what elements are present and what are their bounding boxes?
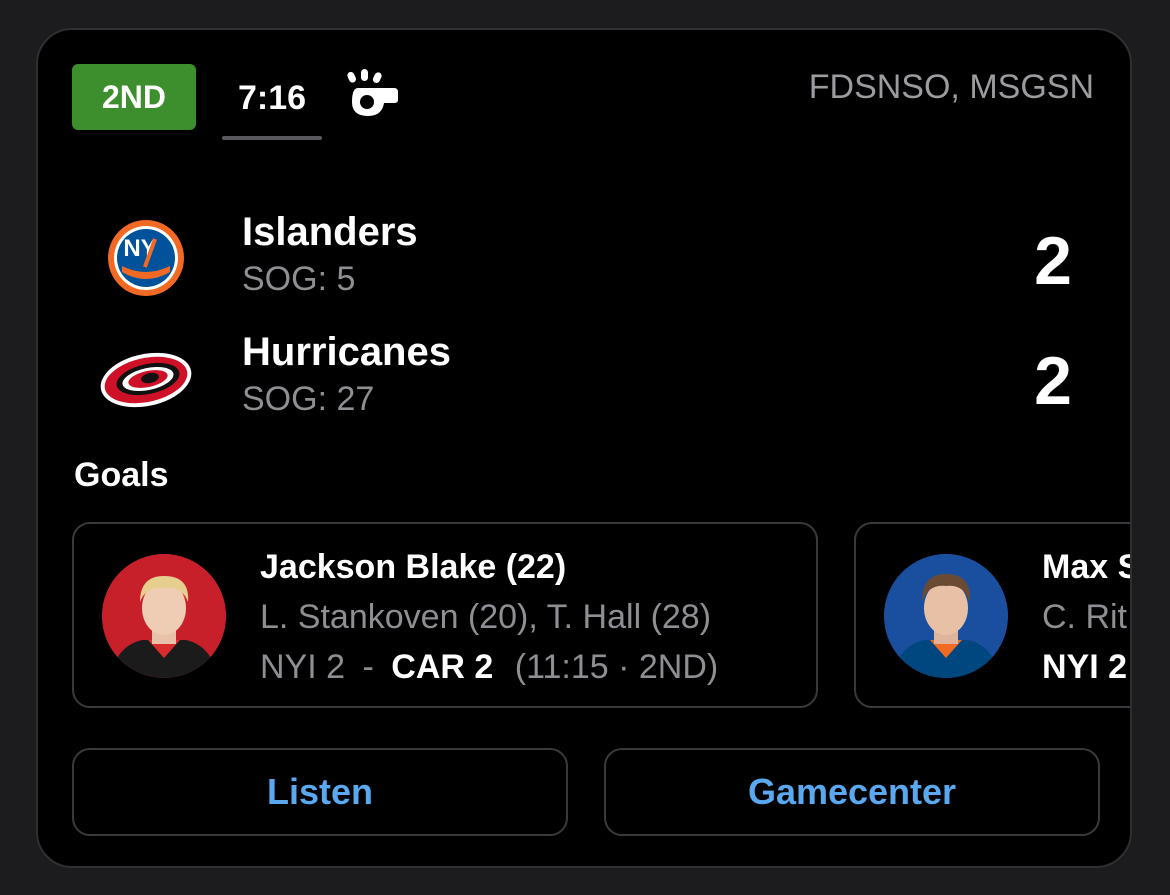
goal-score-line: NYI 2 xyxy=(1042,648,1127,687)
goal-score-away: NYI 2 xyxy=(1042,648,1128,686)
goal-scorer: Jackson Blake (22) xyxy=(260,548,567,586)
team-row-hurricanes[interactable]: Hurricanes SOG: 27 2 xyxy=(38,322,1130,432)
goal-assists: C. Rit xyxy=(1042,598,1127,636)
goal-score-separator: - xyxy=(362,648,374,686)
gamecenter-button[interactable]: Gamecenter xyxy=(604,748,1100,836)
team-score: 2 xyxy=(1034,343,1072,419)
goal-card[interactable]: Max S C. Rit NYI 2 xyxy=(854,522,1132,708)
player-avatar xyxy=(884,554,1008,678)
team-row-islanders[interactable]: NY Islanders SOG: 5 2 xyxy=(38,202,1130,312)
team-sog: SOG: 27 xyxy=(242,380,375,418)
islanders-logo: NY xyxy=(108,220,184,296)
goal-score-line: NYI 2 - CAR 2 (11:15 · 2ND) xyxy=(260,648,718,687)
goal-score-home: CAR 2 xyxy=(391,648,494,686)
team-sog: SOG: 5 xyxy=(242,260,356,298)
goal-time: (11:15 · 2ND) xyxy=(514,648,719,686)
broadcast-networks: FDSNSO, MSGSN xyxy=(808,68,1094,106)
period-badge: 2ND xyxy=(72,64,196,130)
listen-button[interactable]: Listen xyxy=(72,748,568,836)
team-score: 2 xyxy=(1034,223,1072,299)
goal-scorer: Max S xyxy=(1042,548,1132,586)
player-avatar xyxy=(102,554,226,678)
player-headshot xyxy=(102,554,226,678)
goals-heading: Goals xyxy=(74,456,169,494)
hurricanes-logo xyxy=(100,352,192,408)
player-headshot xyxy=(884,554,1008,678)
team-name: Islanders xyxy=(242,210,418,254)
whistle-icon xyxy=(347,69,398,116)
team-name: Hurricanes xyxy=(242,330,451,374)
goal-assists: L. Stankoven (20), T. Hall (28) xyxy=(260,598,712,636)
clock-underline xyxy=(222,136,322,140)
goal-score-away: NYI 2 xyxy=(260,648,346,686)
game-clock-text: 7:16 xyxy=(237,79,307,117)
game-card[interactable]: 2ND 7:16 FDSNSO, MSGSN NY Islanders SOG:… xyxy=(36,28,1132,868)
game-clock: 7:16 xyxy=(222,70,322,140)
goal-card[interactable]: Jackson Blake (22) L. Stankoven (20), T.… xyxy=(72,522,818,708)
